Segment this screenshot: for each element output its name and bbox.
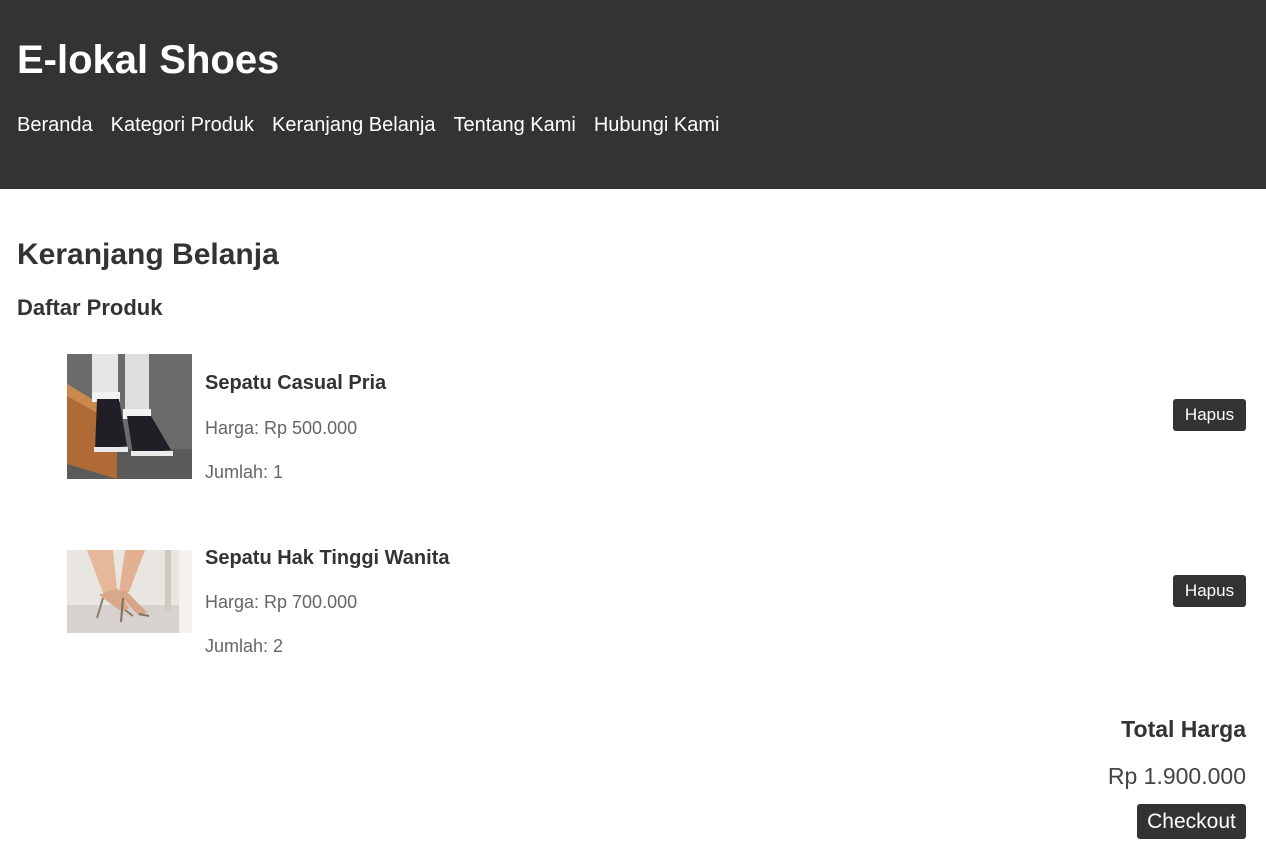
- total-price-label: Total Harga: [1121, 716, 1246, 742]
- product-name: Sepatu Hak Tinggi Wanita: [205, 547, 450, 569]
- nav-keranjang-belanja[interactable]: Keranjang Belanja: [272, 113, 435, 137]
- product-name: Sepatu Casual Pria: [205, 372, 387, 394]
- main-nav: Beranda Kategori Produk Keranjang Belanj…: [17, 113, 719, 137]
- site-logo-text[interactable]: E-lokal Shoes: [17, 38, 279, 82]
- product-quantity: Jumlah: 1: [205, 462, 284, 482]
- remove-item-button[interactable]: Hapus: [1173, 399, 1246, 431]
- total-price-value: Rp 1.900.000: [1107, 763, 1246, 789]
- product-price: Harga: Rp 500.000: [205, 418, 358, 438]
- nav-tentang-kami[interactable]: Tentang Kami: [454, 113, 576, 137]
- cart-item: Sepatu Hak Tinggi Wanita Harga: Rp 700.0…: [67, 545, 1246, 660]
- site-header: E-lokal Shoes Beranda Kategori Produk Ke…: [0, 0, 1266, 189]
- product-image-high-heels: [67, 550, 192, 633]
- page-title: Keranjang Belanja: [17, 238, 279, 271]
- checkout-button[interactable]: Checkout: [1137, 804, 1246, 839]
- product-list-title: Daftar Produk: [17, 295, 163, 320]
- nav-hubungi-kami[interactable]: Hubungi Kami: [594, 113, 720, 137]
- cart-item: Sepatu Casual Pria Harga: Rp 500.000 Jum…: [67, 354, 1246, 482]
- nav-beranda[interactable]: Beranda: [17, 113, 93, 137]
- product-image-casual-shoes: [67, 354, 192, 479]
- remove-item-button[interactable]: Hapus: [1173, 575, 1246, 607]
- product-quantity: Jumlah: 2: [205, 636, 284, 656]
- product-price: Harga: Rp 700.000: [205, 592, 358, 612]
- nav-kategori-produk[interactable]: Kategori Produk: [111, 113, 254, 137]
